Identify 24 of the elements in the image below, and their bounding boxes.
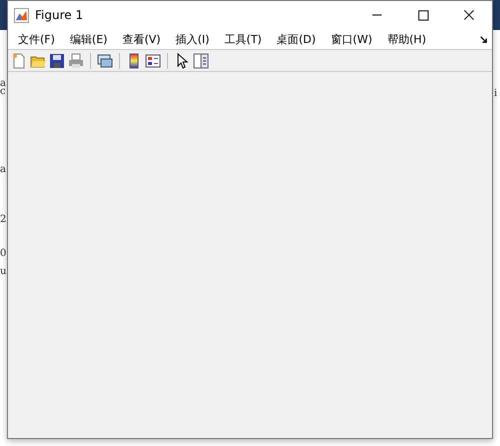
background-text: c: [0, 86, 6, 97]
background-text: a: [0, 78, 6, 89]
background-text: u: [0, 266, 6, 277]
menu-item[interactable]: 查看(V): [116, 32, 167, 46]
window-title: Figure 1: [35, 8, 84, 22]
background-text: a: [0, 164, 6, 175]
dock-arrow-icon[interactable]: [479, 34, 488, 44]
legend-icon[interactable]: [145, 52, 161, 68]
menu-item[interactable]: 文件(F): [12, 32, 61, 46]
menu-item[interactable]: 编辑(E): [64, 32, 114, 46]
background-text: i: [494, 88, 498, 99]
menu-item[interactable]: 工具(T): [218, 32, 268, 46]
linked-plot-icon[interactable]: [97, 52, 113, 68]
background-text: 0: [0, 248, 6, 259]
menu-item[interactable]: 桌面(D): [270, 32, 322, 46]
property-panel-icon[interactable]: [193, 52, 209, 68]
save-icon[interactable]: [49, 52, 65, 68]
printer-icon[interactable]: [68, 52, 84, 68]
background-text: 2: [0, 214, 6, 225]
app-icon: [14, 8, 29, 22]
menu-item[interactable]: 帮助(H): [381, 32, 432, 46]
menu-item[interactable]: 窗口(W): [324, 32, 378, 46]
menu-item[interactable]: 插入(I): [170, 32, 216, 46]
new-file-icon[interactable]: [11, 52, 27, 68]
